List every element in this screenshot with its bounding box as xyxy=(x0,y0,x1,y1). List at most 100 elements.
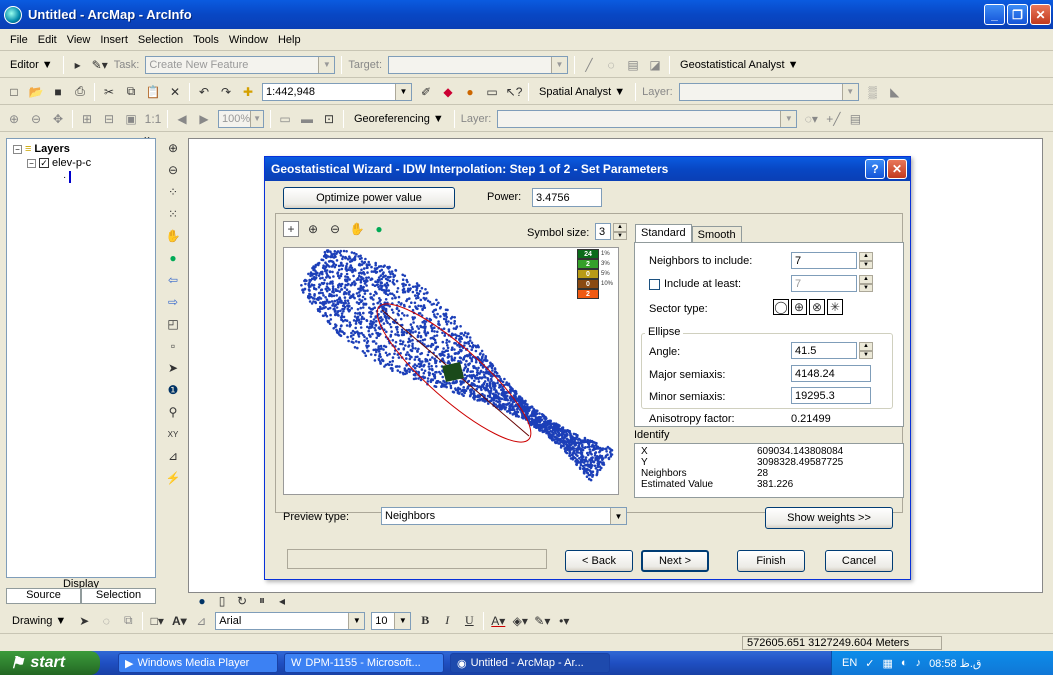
select-elements-icon[interactable]: ➤ xyxy=(76,613,92,629)
collapse-icon[interactable]: − xyxy=(13,144,22,154)
dialog-close-button[interactable]: ✕ xyxy=(887,159,907,179)
bold-icon[interactable]: B xyxy=(417,613,433,629)
attributes-icon[interactable]: ▤ xyxy=(625,57,641,73)
toggle-draft-icon[interactable]: ▭ xyxy=(277,111,293,127)
power-input[interactable]: 3.4756 xyxy=(532,188,602,207)
back-button[interactable]: < Back xyxy=(565,550,633,572)
visibility-checkbox[interactable]: ✓ xyxy=(39,158,49,168)
scale-dropdown[interactable]: 1:442,948 ▼ xyxy=(262,82,412,101)
pause-icon[interactable]: ⏸ xyxy=(254,593,270,609)
menu-insert[interactable]: Insert xyxy=(98,32,130,48)
forward-icon[interactable]: ⇨ xyxy=(165,294,181,310)
task-dropdown[interactable]: Create New Feature ▼ xyxy=(145,55,336,74)
angle-input[interactable]: 41.5 xyxy=(791,342,857,359)
task-windows-media-player[interactable]: ▶ Windows Media Player xyxy=(118,653,278,673)
arccatalog-icon[interactable]: ● xyxy=(462,84,478,100)
help-button[interactable]: ? xyxy=(865,159,885,179)
tray-tool-icon[interactable]: ✓ xyxy=(865,657,874,670)
preview-full-extent-icon[interactable]: ● xyxy=(371,221,387,237)
save-icon[interactable]: ■ xyxy=(50,84,66,100)
major-semiaxis-input[interactable]: 4148.24 xyxy=(791,365,871,382)
view-link-table-icon[interactable]: ▤ xyxy=(847,111,863,127)
arctoolbox-icon[interactable]: ◆ xyxy=(440,84,456,100)
back-icon[interactable]: ⇦ xyxy=(165,272,181,288)
sector-four-offset-icon[interactable]: ⊗ xyxy=(809,299,825,315)
data-view-icon[interactable]: ● xyxy=(194,593,210,609)
back-extent-icon[interactable]: ◀ xyxy=(174,111,190,127)
neighbors-spinner[interactable]: ▲ ▼ xyxy=(859,252,873,269)
menu-window[interactable]: Window xyxy=(227,32,270,48)
tab-source[interactable]: Source xyxy=(6,588,81,604)
circle-tool-icon[interactable]: ◌ xyxy=(603,57,619,73)
menu-selection[interactable]: Selection xyxy=(136,32,185,48)
target-dropdown[interactable]: ▼ xyxy=(388,55,569,74)
one-to-one-icon[interactable]: 1:1 xyxy=(145,111,162,127)
symbol-size-spinner[interactable]: ▲ ▼ xyxy=(613,223,627,240)
restore-button[interactable]: ❐ xyxy=(1007,4,1028,25)
zoom-to-selected-icon[interactable]: ⧉ xyxy=(120,613,136,629)
georef-layer-dropdown[interactable]: ▼ xyxy=(497,109,798,128)
preview-map[interactable] xyxy=(283,247,619,495)
menu-file[interactable]: File xyxy=(8,32,30,48)
identify-icon[interactable]: ❶ xyxy=(165,382,181,398)
delete-icon[interactable]: ✕ xyxy=(167,84,183,100)
zoom-in-icon[interactable]: ⊕ xyxy=(165,140,181,156)
show-weights-button[interactable]: Show weights >> xyxy=(765,507,893,529)
spatial-analyst-menu[interactable]: Spatial Analyst ▼ xyxy=(535,82,629,102)
focus-frame-icon[interactable]: ▬ xyxy=(299,111,315,127)
fill-color-icon[interactable]: ◈▾ xyxy=(512,613,528,629)
copy-icon[interactable]: ⧉ xyxy=(123,84,139,100)
line-color-icon[interactable]: ✎▾ xyxy=(534,613,550,629)
menu-edit[interactable]: Edit xyxy=(36,32,59,48)
add-control-points-icon[interactable]: +╱ xyxy=(825,111,841,127)
pointer-icon[interactable]: ➤ xyxy=(165,360,181,376)
fixed-zoom-out-icon[interactable]: ⁙ xyxy=(165,206,181,222)
menu-tools[interactable]: Tools xyxy=(191,32,221,48)
print-icon[interactable]: ⎙ xyxy=(72,84,88,100)
forward-extent-icon[interactable]: ▶ xyxy=(196,111,212,127)
preview-zoom-out-icon[interactable]: ⊖ xyxy=(327,221,343,237)
drawing-menu[interactable]: Drawing ▼ xyxy=(8,611,70,631)
editor-menu[interactable]: Editor ▼ xyxy=(6,55,57,75)
minor-semiaxis-input[interactable]: 19295.3 xyxy=(791,387,871,404)
rectangle-icon[interactable]: □▾ xyxy=(149,613,165,629)
minimize-button[interactable]: _ xyxy=(984,4,1005,25)
full-page-icon[interactable]: ▣ xyxy=(123,111,139,127)
tab-standard[interactable]: Standard xyxy=(635,224,692,243)
new-document-icon[interactable]: □ xyxy=(6,84,22,100)
fixed-zoom-out-icon[interactable]: ⊟ xyxy=(101,111,117,127)
editor-toolbar-icon[interactable]: ✐ xyxy=(418,84,434,100)
close-button[interactable]: ✕ xyxy=(1030,4,1051,25)
sector-eight-icon[interactable]: ✳ xyxy=(827,299,843,315)
underline-icon[interactable]: U xyxy=(461,613,477,629)
select-elements-icon[interactable]: ▫ xyxy=(165,338,181,354)
measure-icon[interactable]: ⊿ xyxy=(165,448,181,464)
cut-icon[interactable]: ✂ xyxy=(101,84,117,100)
layer-elev-p-c[interactable]: − ✓ elev-p-c xyxy=(27,157,91,169)
include-least-spinner[interactable]: ▲ ▼ xyxy=(859,275,873,292)
font-dropdown[interactable]: Arial ▼ xyxy=(215,611,366,630)
language-indicator[interactable]: EN xyxy=(842,657,857,669)
next-button[interactable]: Next > xyxy=(641,550,709,572)
command-line-icon[interactable]: ▭ xyxy=(484,84,500,100)
tray-volume-icon[interactable]: ♪ xyxy=(916,657,922,669)
preview-zoom-in-icon[interactable]: ⊕ xyxy=(305,221,321,237)
preview-pan-icon[interactable]: ✋ xyxy=(349,221,365,237)
open-icon[interactable]: 📂 xyxy=(28,84,44,100)
line-tool-icon[interactable]: ╱ xyxy=(581,57,597,73)
edit-vertices-icon[interactable]: ⊿ xyxy=(193,613,209,629)
sketch-properties-icon[interactable]: ◪ xyxy=(647,57,663,73)
paste-icon[interactable]: 📋 xyxy=(145,84,161,100)
symbol-size-input[interactable]: 3 xyxy=(595,223,611,240)
neighbors-input[interactable]: 7 xyxy=(791,252,857,269)
georeferencing-menu[interactable]: Georeferencing ▼ xyxy=(350,109,448,129)
whats-this-icon[interactable]: ↖? xyxy=(506,84,523,100)
find-icon[interactable]: ⚲ xyxy=(165,404,181,420)
histogram-icon[interactable]: ◣ xyxy=(887,84,903,100)
collapse-icon[interactable]: − xyxy=(27,158,36,168)
angle-spinner[interactable]: ▲ ▼ xyxy=(859,342,873,359)
font-size-dropdown[interactable]: 10 ▼ xyxy=(371,611,412,630)
marker-color-icon[interactable]: •▾ xyxy=(556,613,572,629)
zoom-out-icon[interactable]: ⊖ xyxy=(165,162,181,178)
zoom-percent-dropdown[interactable]: 100% ▼ xyxy=(218,109,264,128)
